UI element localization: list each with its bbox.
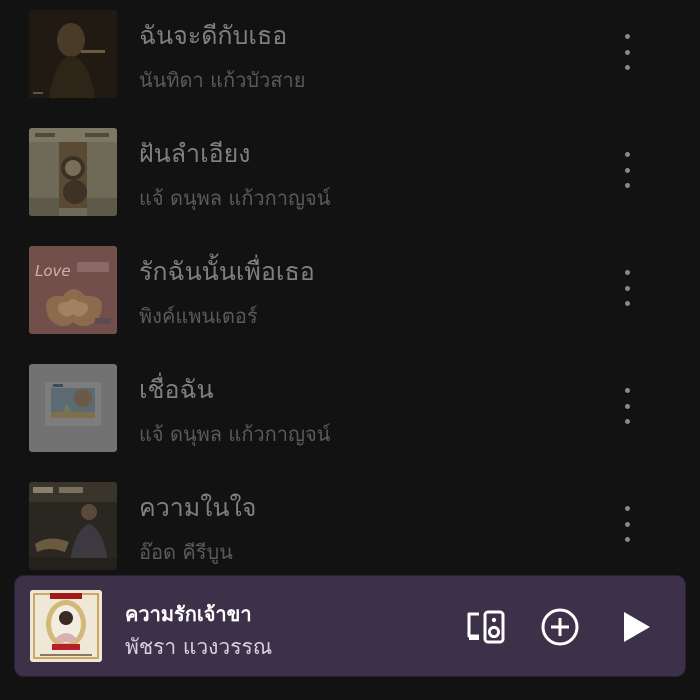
song-row[interactable]: ฝันลำเอียง แจ้ ดนุพล แก้วกาญจน์ [0,112,700,230]
song-row[interactable]: เชื่อฉัน แจ้ ดนุพล แก้วกาญจน์ [0,348,700,466]
song-title: รักฉันนั้นเพื่อเธอ [139,257,315,286]
song-row[interactable]: Love รักฉันนั้นเพื่อเธอ พิงค์แพนเตอร์ [0,230,700,348]
now-playing-cover [30,590,102,662]
more-options-icon[interactable] [612,386,642,426]
song-artist: อ๊อด คีรีบูน [139,540,233,564]
screen: ฉันจะดีกับเธอ นันทิดา แก้วบัวสาย ฝันลำเอ… [0,0,700,700]
album-cover: Love [29,246,117,334]
song-title: ฉันจะดีกับเธอ [139,21,288,50]
now-playing-bar[interactable]: ความรักเจ้าขา พัชรา แวงวรรณ [15,576,685,676]
song-list[interactable]: ฉันจะดีกับเธอ นันทิดา แก้วบัวสาย ฝันลำเอ… [0,0,700,584]
now-playing-title[interactable]: ความรักเจ้าขา [125,598,252,630]
song-title: เชื่อฉัน [139,375,214,404]
song-artist: นันทิดา แก้วบัวสาย [139,68,306,92]
album-cover [29,10,117,98]
more-options-icon[interactable] [612,268,642,308]
more-options-icon[interactable] [612,150,642,190]
song-row[interactable]: ฉันจะดีกับเธอ นันทิดา แก้วบัวสาย [0,0,700,112]
album-cover [29,482,117,570]
now-playing-artist[interactable]: พัชรา แวงวรรณ [125,631,272,664]
more-options-icon[interactable] [612,504,642,544]
album-cover [29,364,117,452]
song-artist: แจ้ ดนุพล แก้วกาญจน์ [139,186,331,210]
song-artist: แจ้ ดนุพล แก้วกาญจน์ [139,422,331,446]
svg-text:Love: Love [35,262,71,280]
devices-icon[interactable] [465,606,507,648]
song-artist: พิงค์แพนเตอร์ [139,304,258,328]
song-row[interactable]: ความในใจ อ๊อด คีรีบูน [0,466,700,584]
add-icon[interactable] [539,606,581,648]
song-title: ความในใจ [139,493,257,522]
album-cover [29,128,117,216]
song-title: ฝันลำเอียง [139,139,251,168]
play-icon[interactable] [615,606,657,648]
more-options-icon[interactable] [612,32,642,72]
